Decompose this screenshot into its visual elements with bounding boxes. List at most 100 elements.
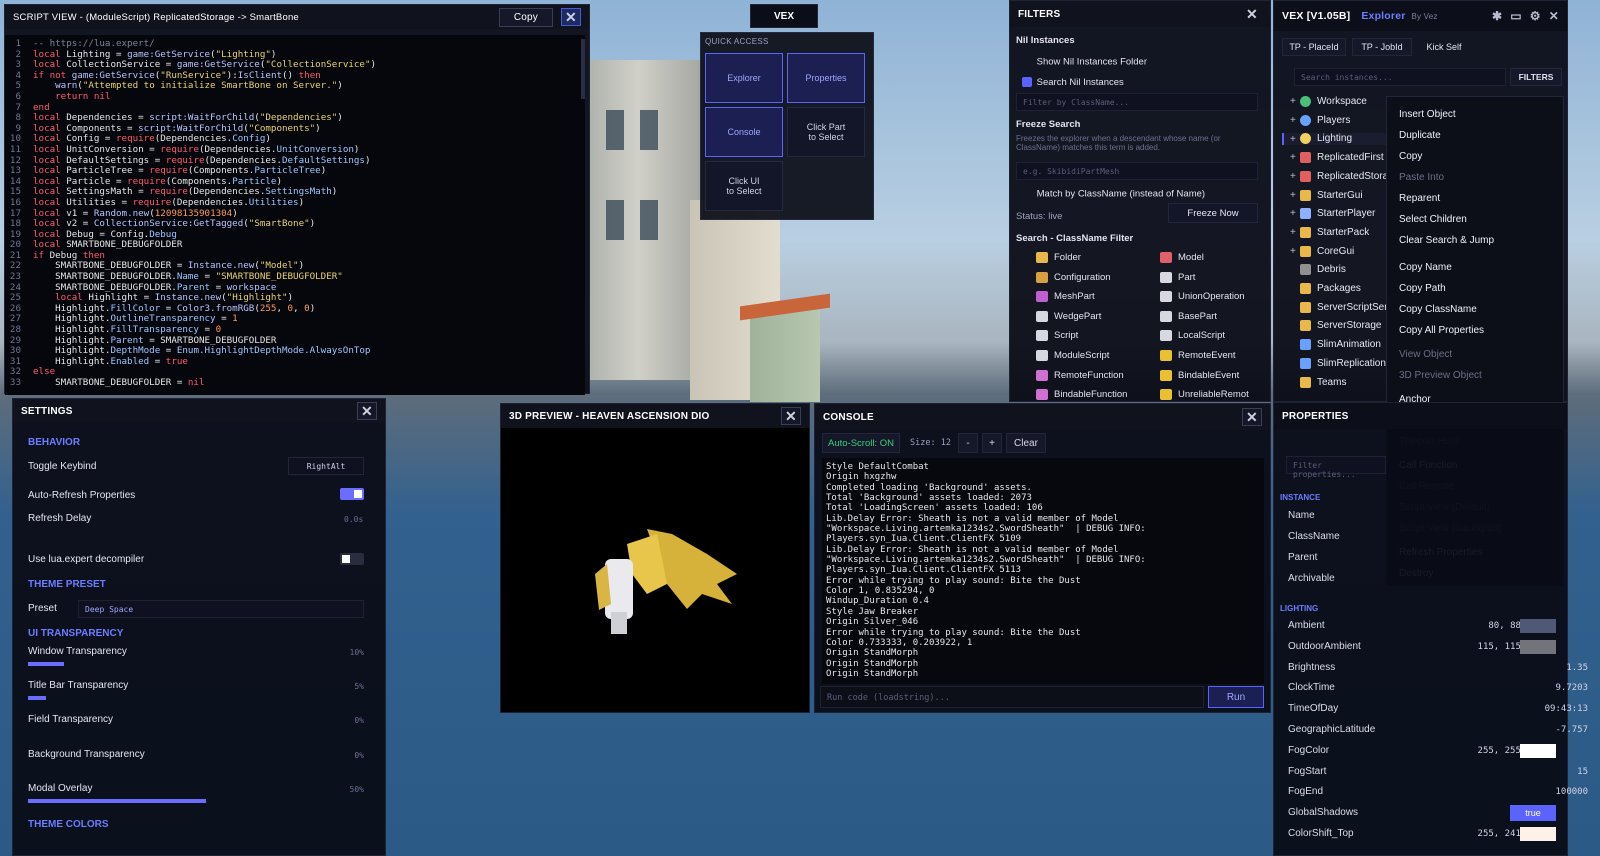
tree-item-serverstorage[interactable]: ServerStorage xyxy=(1290,320,1386,332)
class-filter-configuration[interactable]: Configuration xyxy=(1036,271,1111,283)
explorer-button[interactable]: Explorer xyxy=(705,53,783,103)
keybind-input[interactable]: RightAlt xyxy=(288,457,364,475)
menu-item-select-children[interactable]: Select Children xyxy=(1399,214,1467,225)
freeze-now-button[interactable]: Freeze Now xyxy=(1168,203,1258,223)
tree-item-slimanimation[interactable]: SlimAnimation xyxy=(1290,339,1386,350)
freeze-term-input[interactable]: e.g. SkibidiPartMesh xyxy=(1016,162,1258,180)
class-filter-folder[interactable]: Folder xyxy=(1036,252,1081,263)
slider-track[interactable] xyxy=(28,696,364,700)
color-swatch[interactable] xyxy=(1520,743,1556,758)
tree-item-workspace[interactable]: + Workspace xyxy=(1290,96,1386,107)
menu-item-copy-classname[interactable]: Copy ClassName xyxy=(1399,304,1477,315)
prop-fogstart[interactable]: FogStart xyxy=(1288,766,1326,777)
tp-placeid-button[interactable]: TP - PlaceId xyxy=(1282,38,1346,56)
menu-item-copy-all-properties[interactable]: Copy All Properties xyxy=(1399,325,1484,336)
prop-archivable[interactable]: Archivable xyxy=(1288,573,1335,584)
checkbox-icon[interactable] xyxy=(1022,56,1034,68)
menu-item-copy[interactable]: Copy xyxy=(1399,151,1422,162)
close-preview-icon[interactable]: ✕ xyxy=(781,407,801,425)
script-view-titlebar[interactable]: SCRIPT VIEW - (ModuleScript) ReplicatedS… xyxy=(5,5,589,29)
slider-track[interactable] xyxy=(28,662,364,666)
prop-clocktime[interactable]: ClockTime xyxy=(1288,682,1335,693)
tree-item-teams[interactable]: Teams xyxy=(1290,376,1386,388)
class-filter-script[interactable]: Script xyxy=(1036,330,1078,341)
show-nil-toggle[interactable]: Show Nil Instances Folder xyxy=(1022,56,1147,68)
tree-item-debris[interactable]: Debris xyxy=(1290,264,1386,275)
prop-ambient[interactable]: Ambient xyxy=(1288,620,1325,631)
close-settings-icon[interactable]: ✕ xyxy=(357,402,377,420)
class-filter-unionoperation[interactable]: UnionOperation xyxy=(1160,291,1245,302)
tree-item-starterpack[interactable]: + StarterPack xyxy=(1290,226,1386,238)
class-filter-wedgepart[interactable]: WedgePart xyxy=(1036,310,1101,322)
preset-select[interactable]: Deep Space xyxy=(78,600,364,618)
color-swatch[interactable] xyxy=(1520,827,1556,841)
class-filter-localscript[interactable]: LocalScript xyxy=(1160,330,1225,341)
prop-timeofday[interactable]: TimeOfDay xyxy=(1288,703,1338,714)
color-swatch[interactable] xyxy=(1520,619,1556,633)
prop-geographiclatitude[interactable]: GeographicLatitude xyxy=(1288,724,1375,735)
decompiler-toggle[interactable] xyxy=(340,553,364,565)
filters-button[interactable]: FILTERS xyxy=(1510,68,1562,86)
menu-item-reparent[interactable]: Reparent xyxy=(1399,193,1440,204)
expand-icon[interactable]: + xyxy=(1290,152,1300,163)
clear-button[interactable]: Clear xyxy=(1006,433,1046,453)
kick-self-button[interactable]: Kick Self xyxy=(1416,38,1472,56)
properties-titlebar[interactable]: PROPERTIES xyxy=(1274,403,1567,429)
class-filter-basepart[interactable]: BasePart xyxy=(1160,310,1217,322)
filters-titlebar[interactable]: FILTERS ✕ xyxy=(1010,1,1270,27)
class-filter-input[interactable]: Filter by ClassName... xyxy=(1016,93,1258,111)
close-filters-icon[interactable]: ✕ xyxy=(1242,5,1262,23)
expand-icon[interactable]: + xyxy=(1290,227,1300,238)
auto-scroll-toggle[interactable]: Auto-Scroll: ON xyxy=(822,433,900,453)
prop-parent[interactable]: Parent xyxy=(1288,552,1317,563)
properties-button[interactable]: Properties xyxy=(787,53,865,103)
expand-icon[interactable]: + xyxy=(1290,171,1300,182)
run-button[interactable]: Run xyxy=(1208,686,1264,708)
class-filter-bindablefunction[interactable]: BindableFunction xyxy=(1036,389,1127,400)
console-button[interactable]: Console xyxy=(705,107,783,157)
slider-fill[interactable] xyxy=(28,662,64,666)
gear-icon[interactable]: ⚙ xyxy=(1530,9,1541,23)
class-filter-model[interactable]: Model xyxy=(1160,252,1204,263)
preview-titlebar[interactable]: 3D PREVIEW - HEAVEN ASCENSION DIO ✕ xyxy=(501,404,809,428)
slider-fill[interactable] xyxy=(28,798,206,803)
prop-name[interactable]: Name xyxy=(1288,510,1315,521)
prop-outdoorambient[interactable]: OutdoorAmbient xyxy=(1288,641,1361,652)
prop-fogcolor[interactable]: FogColor xyxy=(1288,745,1329,756)
tp-jobid-button[interactable]: TP - JobId xyxy=(1352,38,1412,56)
auto-refresh-toggle[interactable] xyxy=(340,488,364,500)
run-code-input[interactable]: Run code (loadstring)... xyxy=(820,686,1204,708)
close-icon[interactable]: ✕ xyxy=(561,8,581,26)
expand-icon[interactable]: + xyxy=(1290,115,1300,126)
prop-value[interactable]: 100000 xyxy=(1555,787,1588,797)
tree-item-starterplayer[interactable]: + StarterPlayer xyxy=(1290,208,1386,219)
class-filter-unreliableremot[interactable]: UnreliableRemot xyxy=(1160,389,1249,400)
tree-item-lighting[interactable]: + Lighting xyxy=(1282,133,1386,145)
close-explorer-icon[interactable]: ✕ xyxy=(1549,9,1559,23)
tree-item-players[interactable]: + Players xyxy=(1290,114,1386,126)
checkbox-checked-icon[interactable] xyxy=(1022,77,1032,88)
decrease-size-button[interactable]: - xyxy=(958,433,978,453)
class-filter-modulescript[interactable]: ModuleScript xyxy=(1036,350,1109,361)
toggle-true[interactable]: true xyxy=(1510,805,1556,822)
code-scrollbar[interactable] xyxy=(581,39,585,99)
search-instances-input[interactable]: Search instances... xyxy=(1294,68,1506,86)
pin-icon[interactable]: ✱ xyxy=(1492,9,1502,23)
prop-value[interactable]: 09:43:13 xyxy=(1545,704,1588,714)
prop-value[interactable]: 15 xyxy=(1577,767,1588,777)
search-nil-toggle[interactable]: Search Nil Instances xyxy=(1022,77,1124,88)
tree-item-startergui[interactable]: + StarterGui xyxy=(1290,189,1386,201)
tree-item-replicatedstorage[interactable]: + ReplicatedStorage xyxy=(1290,170,1386,182)
expand-icon[interactable]: + xyxy=(1290,208,1300,219)
class-filter-part[interactable]: Part xyxy=(1160,271,1195,283)
close-console-icon[interactable]: ✕ xyxy=(1242,408,1262,426)
click-ui-to-select-button[interactable]: Click UI to Select xyxy=(705,161,783,211)
class-filter-meshpart[interactable]: MeshPart xyxy=(1036,291,1095,302)
color-swatch[interactable] xyxy=(1520,639,1556,654)
expand-icon[interactable]: + xyxy=(1290,134,1300,145)
prop-colorshift_top[interactable]: ColorShift_Top xyxy=(1288,828,1354,839)
menu-item-clear-search-jump[interactable]: Clear Search & Jump xyxy=(1399,235,1494,246)
copy-button[interactable]: Copy xyxy=(498,7,553,27)
prop-brightness[interactable]: Brightness xyxy=(1288,662,1335,673)
tree-item-coregui[interactable]: + CoreGui xyxy=(1290,245,1386,257)
